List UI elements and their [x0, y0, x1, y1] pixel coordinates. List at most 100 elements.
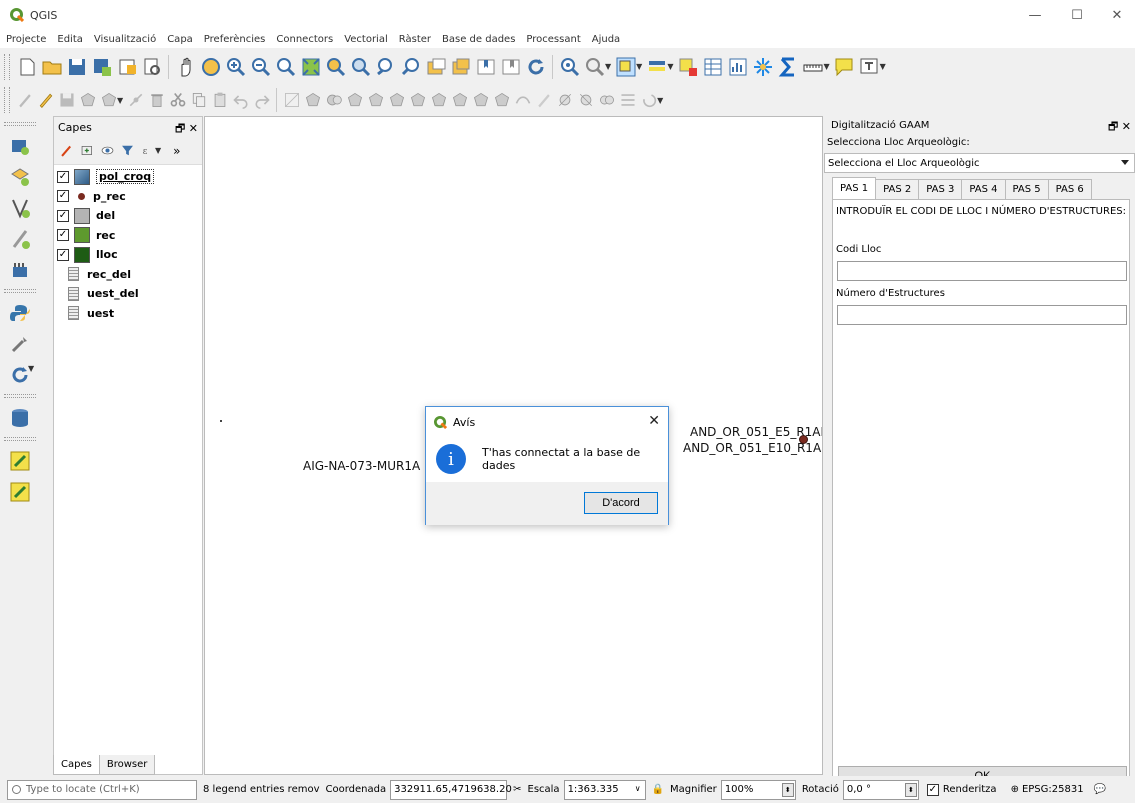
- identify-features-icon[interactable]: [557, 54, 582, 79]
- zoom-full-icon[interactable]: [298, 54, 323, 79]
- advanced-edit-7-icon[interactable]: [428, 88, 449, 113]
- rotate-point-symbols-icon[interactable]: [638, 88, 659, 113]
- menu-capa[interactable]: Capa: [167, 34, 193, 45]
- layer-row[interactable]: rec_del: [54, 265, 202, 285]
- chevron-down-icon[interactable]: ▼: [28, 364, 34, 373]
- advanced-edit-3-icon[interactable]: [344, 88, 365, 113]
- menu-projecte[interactable]: Projecte: [6, 34, 46, 45]
- statistical-summary-icon[interactable]: [725, 54, 750, 79]
- tab-capes[interactable]: Capes: [53, 755, 100, 775]
- layer-row[interactable]: ✓ del: [54, 206, 202, 226]
- split-features-icon[interactable]: [554, 88, 575, 113]
- layer-visibility-checkbox[interactable]: ✓: [57, 229, 69, 242]
- reshape-features-icon[interactable]: [512, 88, 533, 113]
- tab-pas-2[interactable]: PAS 2: [875, 179, 920, 199]
- menu-edita[interactable]: Edita: [57, 34, 83, 45]
- chevron-down-icon[interactable]: ▼: [657, 96, 663, 105]
- site-select-combobox[interactable]: Selecciona el Lloc Arqueològic: [824, 153, 1135, 173]
- menu-preferencies[interactable]: Preferències: [204, 34, 266, 45]
- spatial-bookmark-icon[interactable]: [473, 54, 498, 79]
- chevron-down-icon[interactable]: ▼: [636, 62, 642, 71]
- globe-crs-icon[interactable]: ⊕: [1011, 784, 1019, 795]
- redo-icon[interactable]: [251, 88, 272, 113]
- toolbar-grip[interactable]: [4, 87, 10, 113]
- zoom-in-icon[interactable]: [223, 54, 248, 79]
- select-by-value-icon[interactable]: [644, 54, 669, 79]
- spin-arrows-icon[interactable]: ⬍: [781, 782, 794, 797]
- menu-base-de-dades[interactable]: Base de dades: [442, 34, 515, 45]
- field-calculator-icon[interactable]: [750, 54, 775, 79]
- style-layer-icon[interactable]: [57, 141, 77, 161]
- new-map-view-icon[interactable]: [423, 54, 448, 79]
- merge-attributes-icon[interactable]: [617, 88, 638, 113]
- layer-visibility-checkbox[interactable]: ✓: [57, 248, 69, 261]
- offset-curve-icon[interactable]: [533, 88, 554, 113]
- tab-pas-6[interactable]: PAS 6: [1047, 179, 1092, 199]
- map-tips-icon[interactable]: [832, 54, 857, 79]
- layer-visibility-checkbox[interactable]: ✓: [57, 170, 69, 183]
- toggle-editing-pencil-icon[interactable]: [35, 88, 56, 113]
- add-gps-layer-icon[interactable]: [8, 257, 33, 282]
- render-checkbox[interactable]: ✓: [926, 783, 939, 796]
- layer-row[interactable]: uest_del: [54, 284, 202, 304]
- merge-features-icon[interactable]: [596, 88, 617, 113]
- ok-button[interactable]: D'acord: [584, 492, 658, 514]
- cut-features-icon[interactable]: [167, 88, 188, 113]
- zoom-native-icon[interactable]: [273, 54, 298, 79]
- new-3d-view-icon[interactable]: [448, 54, 473, 79]
- tab-pas-4[interactable]: PAS 4: [961, 179, 1006, 199]
- close-window-button[interactable]: ✕: [1094, 0, 1135, 30]
- python-console-icon[interactable]: [8, 300, 33, 325]
- advanced-edit-10-icon[interactable]: [491, 88, 512, 113]
- plugin-2-icon[interactable]: [8, 479, 33, 504]
- layer-row[interactable]: ✓ pol_croq: [54, 167, 202, 187]
- zoom-last-icon[interactable]: [373, 54, 398, 79]
- menu-raster[interactable]: Ràster: [399, 34, 431, 45]
- measure-line-icon[interactable]: [800, 54, 825, 79]
- sum-icon[interactable]: [775, 54, 800, 79]
- tab-pas-1[interactable]: PAS 1: [832, 177, 877, 199]
- spin-arrows-icon[interactable]: ⬍: [904, 782, 917, 797]
- close-icon[interactable]: ✕: [648, 413, 660, 429]
- zoom-out-icon[interactable]: [248, 54, 273, 79]
- rotation-spinbox[interactable]: 0,0 ° ⬍: [842, 779, 919, 800]
- menu-vectorial[interactable]: Vectorial: [344, 34, 388, 45]
- open-project-icon[interactable]: [39, 54, 64, 79]
- plugin-1-icon[interactable]: [8, 448, 33, 473]
- save-as-icon[interactable]: [89, 54, 114, 79]
- refresh-icon[interactable]: [523, 54, 548, 79]
- chevron-down-icon[interactable]: ▼: [117, 96, 123, 105]
- crs-button[interactable]: EPSG:25831: [1022, 784, 1084, 795]
- chevron-down-icon[interactable]: ▼: [880, 62, 886, 71]
- layer-row[interactable]: ✓ p_rec: [54, 187, 202, 207]
- add-delimited-text-icon[interactable]: [8, 226, 33, 251]
- toolbar-grip[interactable]: [4, 289, 36, 293]
- current-edits-icon[interactable]: [14, 88, 35, 113]
- advanced-edit-8-icon[interactable]: [449, 88, 470, 113]
- advanced-edit-5-icon[interactable]: [386, 88, 407, 113]
- toolbar-grip[interactable]: [4, 122, 36, 126]
- toggle-extents-icon[interactable]: ✂: [513, 784, 521, 795]
- chevron-down-icon[interactable]: ▼: [667, 62, 673, 71]
- zoom-next-icon[interactable]: [398, 54, 423, 79]
- open-attribute-table-icon[interactable]: [700, 54, 725, 79]
- panel-float-close-icon[interactable]: 🗗 ✕: [1108, 118, 1131, 137]
- more-tools-icon[interactable]: »: [173, 144, 180, 158]
- split-parts-icon[interactable]: [575, 88, 596, 113]
- advanced-edit-2-icon[interactable]: [323, 88, 344, 113]
- locator-search-input[interactable]: Type to locate (Ctrl+K): [7, 779, 197, 800]
- show-bookmarks-icon[interactable]: [498, 54, 523, 79]
- toolbar-grip[interactable]: [4, 394, 36, 398]
- tab-pas-3[interactable]: PAS 3: [918, 179, 963, 199]
- chevron-down-icon[interactable]: ▼: [155, 146, 161, 155]
- data-source-manager-icon[interactable]: [8, 133, 33, 158]
- chevron-down-icon[interactable]: ▼: [605, 62, 611, 71]
- deselect-features-icon[interactable]: [675, 54, 700, 79]
- filter-legend-icon[interactable]: [117, 141, 137, 161]
- tab-browser[interactable]: Browser: [98, 755, 156, 775]
- paste-features-icon[interactable]: [209, 88, 230, 113]
- new-print-layout-icon[interactable]: [114, 54, 139, 79]
- layer-row[interactable]: uest: [54, 304, 202, 324]
- manage-visibility-eye-icon[interactable]: [97, 141, 117, 161]
- pan-hand-icon[interactable]: [173, 54, 198, 79]
